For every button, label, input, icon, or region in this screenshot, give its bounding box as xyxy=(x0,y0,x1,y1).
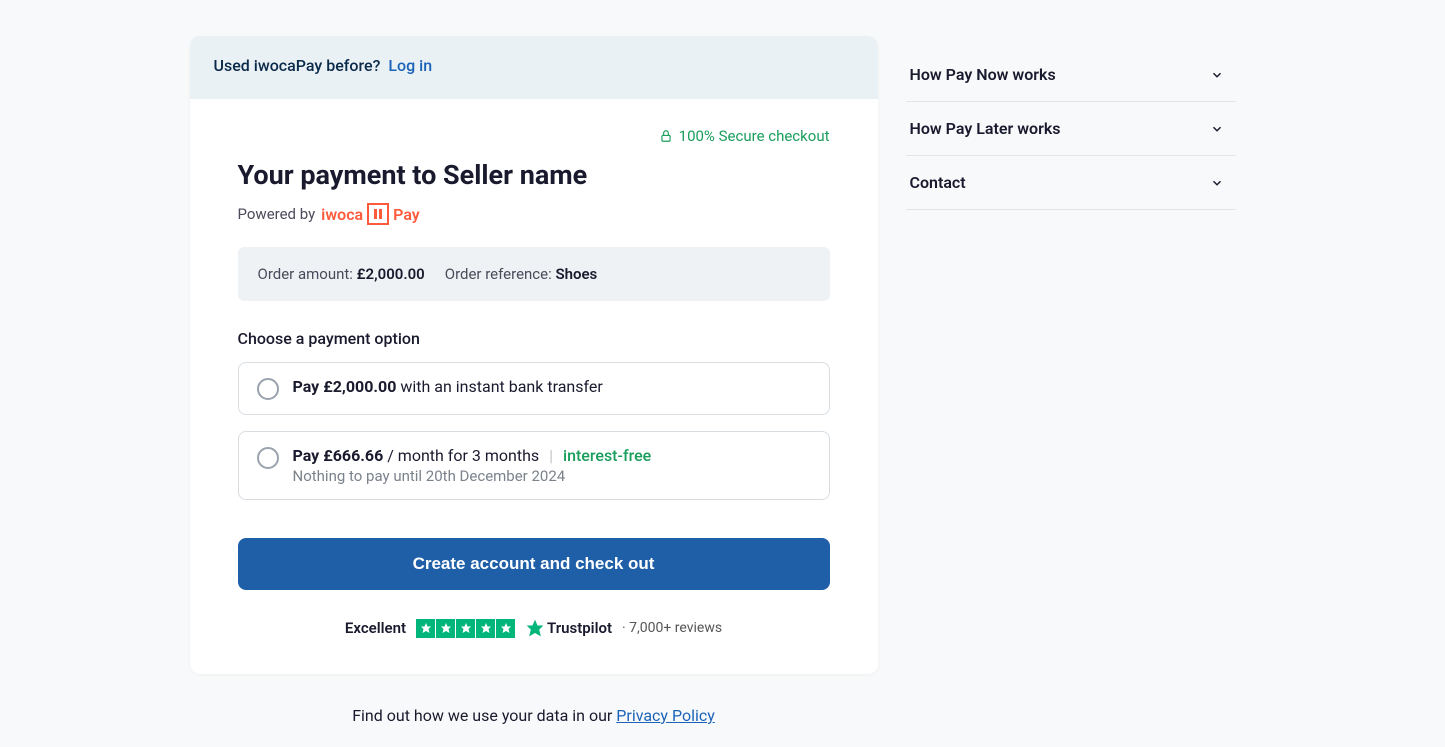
trustpilot-logo: Trustpilot xyxy=(525,618,612,638)
payment-option-pay-now[interactable]: Pay £2,000.00 with an instant bank trans… xyxy=(238,362,830,415)
option-text: Pay £2,000.00 with an instant bank trans… xyxy=(293,377,603,396)
accordion-pay-later[interactable]: How Pay Later works xyxy=(906,102,1236,156)
radio-unchecked-icon xyxy=(257,447,279,469)
login-link[interactable]: Log in xyxy=(388,56,432,75)
powered-by-label: Powered by xyxy=(238,205,316,223)
chevron-down-icon xyxy=(1210,68,1224,82)
order-summary: Order amount: £2,000.00 Order reference:… xyxy=(238,247,830,301)
trust-reviews-count: · 7,000+ reviews xyxy=(622,620,722,636)
payment-option-pay-later[interactable]: Pay £666.66 / month for 3 months | inter… xyxy=(238,431,830,500)
chevron-down-icon xyxy=(1210,176,1224,190)
logo-suffix: Pay xyxy=(393,205,420,224)
pause-icon xyxy=(367,203,389,225)
option-text: Pay £666.66 / month for 3 months | inter… xyxy=(293,446,652,465)
privacy-notice: Find out how we use your data in our Pri… xyxy=(190,706,878,725)
chevron-down-icon xyxy=(1210,122,1224,136)
star-icon xyxy=(496,619,515,638)
interest-free-badge: interest-free xyxy=(563,446,651,465)
accordion-pay-now[interactable]: How Pay Now works xyxy=(906,48,1236,102)
login-banner: Used iwocaPay before? Log in xyxy=(190,36,878,99)
star-icon xyxy=(436,619,455,638)
powered-by-row: Powered by iwoca Pay xyxy=(238,203,830,225)
trust-rating-label: Excellent xyxy=(345,619,406,637)
checkout-button[interactable]: Create account and check out xyxy=(238,538,830,590)
payment-card: Used iwocaPay before? Log in 100% Secure… xyxy=(190,36,878,674)
order-reference: Order reference: Shoes xyxy=(445,265,598,283)
iwocapay-logo: iwoca Pay xyxy=(321,203,420,225)
star-icon xyxy=(416,619,435,638)
star-icon xyxy=(476,619,495,638)
choose-payment-label: Choose a payment option xyxy=(238,329,830,348)
order-amount: Order amount: £2,000.00 xyxy=(258,265,425,283)
radio-unchecked-icon xyxy=(257,378,279,400)
trustpilot-star-icon xyxy=(525,618,545,638)
secure-text: 100% Secure checkout xyxy=(679,127,830,145)
accordion-contact[interactable]: Contact xyxy=(906,156,1236,210)
page-title: Your payment to Seller name xyxy=(238,159,830,191)
trustpilot-row: Excellent Trustpilot · 7,000+ reviews xyxy=(238,618,830,638)
accordion-label: How Pay Now works xyxy=(910,65,1056,84)
accordion-label: Contact xyxy=(910,173,966,192)
sidebar: How Pay Now works How Pay Later works Co… xyxy=(906,36,1236,725)
option-subtext: Nothing to pay until 20th December 2024 xyxy=(293,467,652,485)
banner-prefix: Used iwocaPay before? xyxy=(214,56,381,75)
lock-icon xyxy=(659,129,673,143)
secure-checkout-badge: 100% Secure checkout xyxy=(238,127,830,145)
star-icon xyxy=(456,619,475,638)
trust-stars xyxy=(416,619,515,638)
logo-brand: iwoca xyxy=(321,205,363,224)
privacy-policy-link[interactable]: Privacy Policy xyxy=(616,706,715,725)
accordion-label: How Pay Later works xyxy=(910,119,1061,138)
